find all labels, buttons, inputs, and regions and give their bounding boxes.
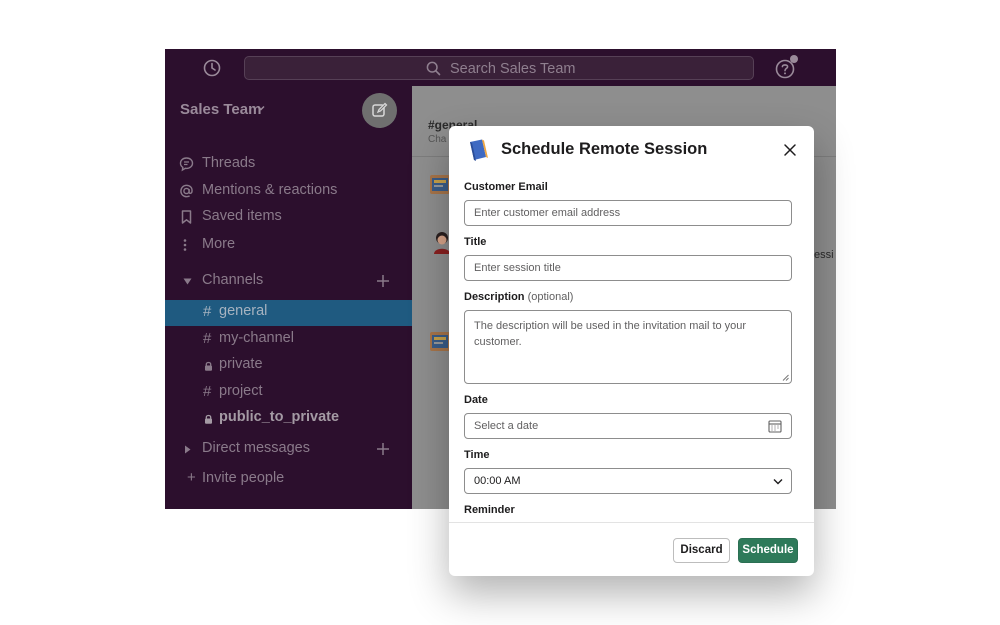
date-picker-input[interactable]: Select a date: [464, 413, 792, 439]
caret-right-icon: [185, 445, 191, 454]
selected-time: 00:00 AM: [474, 475, 521, 487]
caret-down-icon: [183, 278, 192, 285]
sidebar-item-label: Threads: [202, 155, 256, 171]
description-label-text: Description: [464, 291, 525, 303]
textarea-placeholder: The description will be used in the invi…: [474, 320, 747, 348]
sidebar-item-private[interactable]: private: [165, 353, 412, 379]
sidebar-item-label: Saved items: [202, 208, 282, 224]
time-select[interactable]: 00:00 AM: [464, 468, 792, 494]
add-dm-icon[interactable]: [376, 442, 390, 456]
threads-icon: [179, 157, 194, 172]
modal-footer-divider: [449, 522, 814, 523]
input-placeholder: Enter customer email address: [474, 207, 621, 219]
sidebar-item-label: Mentions & reactions: [202, 182, 338, 198]
team-name: Sales Team: [180, 101, 262, 118]
top-bar: Search Sales Team: [165, 49, 836, 86]
compose-icon: [372, 102, 388, 117]
description-label: Description (optional): [464, 291, 573, 303]
bot-avatar-icon: [430, 332, 450, 351]
at-icon: [180, 184, 193, 198]
reminder-label: Reminder: [464, 504, 515, 516]
schedule-button[interactable]: Schedule: [738, 538, 798, 563]
hash-icon: #: [203, 330, 212, 347]
sidebar-item-public-to-private[interactable]: public_to_private: [165, 406, 412, 432]
sidebar-item-my-channel[interactable]: # my-channel: [165, 327, 412, 353]
sidebar-item-more[interactable]: More: [165, 233, 412, 259]
sidebar-item-threads[interactable]: Threads: [165, 152, 412, 178]
search-icon: [426, 61, 441, 76]
sidebar-item-general[interactable]: # general: [165, 300, 412, 326]
schedule-session-modal: Schedule Remote Session Customer Email E…: [449, 126, 814, 576]
add-channel-icon[interactable]: [376, 274, 390, 288]
time-label: Time: [464, 449, 490, 461]
plus-icon: +: [187, 469, 196, 486]
invite-people-label: Invite people: [202, 470, 285, 486]
sidebar-item-mentions[interactable]: Mentions & reactions: [165, 179, 412, 205]
optional-note: (optional): [527, 291, 574, 303]
bookmark-icon: [181, 210, 192, 224]
close-icon[interactable]: [783, 143, 797, 157]
search-input[interactable]: Search Sales Team: [244, 56, 754, 80]
invite-people-link[interactable]: + Invite people: [165, 467, 412, 493]
modal-title: Schedule Remote Session: [501, 140, 708, 158]
bot-avatar-icon: [430, 175, 450, 194]
resize-grip-icon[interactable]: [782, 374, 789, 381]
channels-label: Channels: [202, 272, 264, 288]
input-placeholder: Enter session title: [474, 262, 561, 274]
channel-subtitle: Cha: [428, 134, 447, 145]
date-label: Date: [464, 394, 488, 406]
hash-icon: #: [203, 303, 212, 320]
direct-messages-section-header[interactable]: Direct messages: [165, 437, 412, 463]
channel-label: my-channel: [219, 330, 294, 346]
hash-icon: #: [203, 383, 212, 400]
chevron-down-icon: [773, 479, 783, 485]
channel-label: private: [219, 356, 263, 372]
message-snippet: essi: [814, 249, 834, 261]
calendar-icon[interactable]: [768, 419, 782, 433]
input-placeholder: Select a date: [474, 420, 539, 432]
channels-section-header[interactable]: Channels: [165, 269, 412, 295]
compose-button[interactable]: [362, 93, 397, 128]
book-icon: [470, 139, 488, 161]
history-icon[interactable]: [203, 59, 221, 77]
sidebar: Sales Team Threads Mentions & reactions …: [165, 86, 412, 509]
description-textarea[interactable]: The description will be used in the invi…: [464, 310, 792, 384]
sidebar-item-saved[interactable]: Saved items: [165, 205, 412, 231]
more-vertical-icon: [183, 239, 187, 251]
title-label: Title: [464, 236, 487, 248]
direct-messages-label: Direct messages: [202, 440, 310, 456]
sidebar-item-label: More: [202, 236, 236, 252]
search-placeholder: Search Sales Team: [450, 61, 576, 77]
channel-label: public_to_private: [219, 409, 340, 425]
chevron-down-icon: [257, 105, 265, 111]
notification-dot: [790, 55, 798, 63]
lock-icon: [205, 361, 212, 371]
sidebar-item-project[interactable]: # project: [165, 380, 412, 406]
channel-label: project: [219, 383, 263, 399]
customer-email-input[interactable]: Enter customer email address: [464, 200, 792, 226]
lock-icon: [205, 414, 212, 424]
customer-email-label: Customer Email: [464, 181, 548, 193]
discard-button[interactable]: Discard: [673, 538, 730, 563]
channel-label: general: [219, 303, 268, 319]
session-title-input[interactable]: Enter session title: [464, 255, 792, 281]
